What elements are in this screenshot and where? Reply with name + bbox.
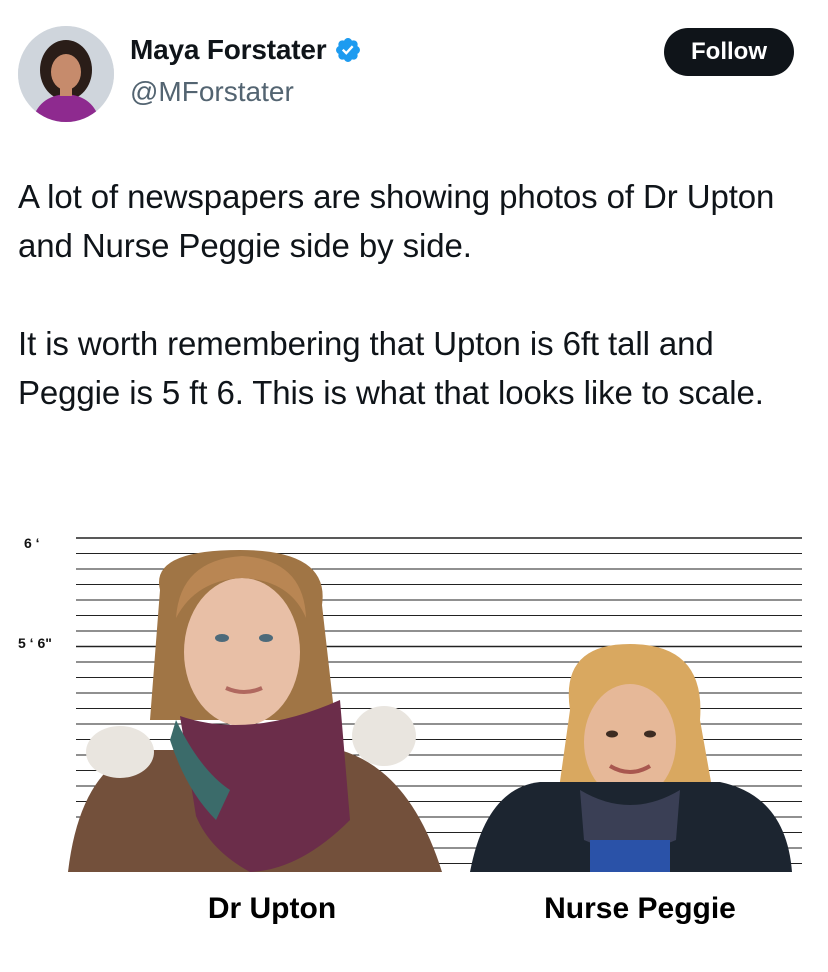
height-chart-image: 6 ‘ 5 ‘ 6" Dr Upton Nurse Peggie [0, 520, 828, 972]
author-handle[interactable]: @MForstater [130, 76, 294, 108]
tweet-image[interactable]: 6 ‘ 5 ‘ 6" Dr Upton Nurse Peggie [0, 520, 828, 972]
follow-button[interactable]: Follow [664, 28, 794, 76]
avatar[interactable] [18, 26, 114, 122]
verified-badge-icon [336, 38, 361, 62]
tweet-paragraph: A lot of newspapers are showing photos o… [18, 178, 775, 264]
tweet-paragraph: It is worth remembering that Upton is 6f… [18, 325, 764, 411]
display-name[interactable]: Maya Forstater [130, 34, 327, 66]
avatar-photo [18, 26, 114, 122]
caption-dr-upton: Dr Upton [208, 892, 336, 925]
height-mark-5ft6: 5 ‘ 6" [18, 635, 52, 651]
height-mark-6ft: 6 ‘ [24, 535, 40, 551]
author-name-row: Maya Forstater [130, 34, 362, 66]
tweet-text: A lot of newspapers are showing photos o… [18, 172, 810, 417]
caption-nurse-peggie: Nurse Peggie [544, 892, 736, 925]
